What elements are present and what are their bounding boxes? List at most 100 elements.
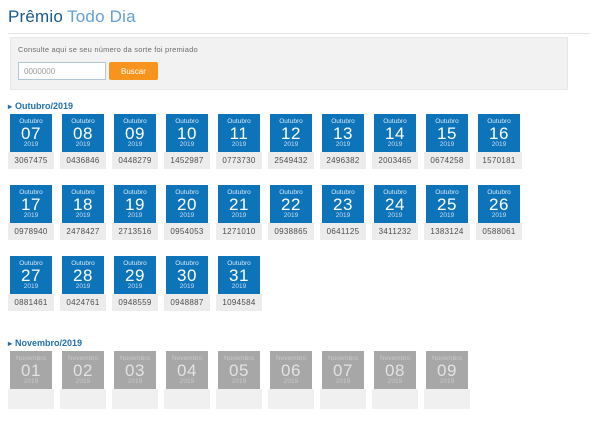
winning-number [320, 389, 366, 409]
winning-number: 0588061 [476, 223, 522, 240]
day-tile-year-label: 2019 [232, 378, 246, 386]
day-tile[interactable]: Outubro 28 2019 [62, 256, 104, 294]
day-tile-day-number: 12 [281, 126, 301, 141]
day-tile-year-label: 2019 [180, 141, 194, 149]
day-cell: Outubro 13 2019 2496382 [320, 114, 366, 169]
day-tile-year-label: 2019 [128, 283, 142, 291]
search-panel: Consulte aqui se seu número da sorte foi… [10, 37, 568, 90]
section-arrow-icon: ▸ [8, 339, 12, 348]
day-tile-day-number: 21 [229, 197, 249, 212]
day-cell: Novembro 03 2019 [112, 351, 158, 409]
day-tile[interactable]: Outubro 07 2019 [10, 114, 52, 152]
search-button[interactable]: Buscar [109, 62, 158, 80]
winning-number [112, 389, 158, 409]
day-cell: Outubro 26 2019 0588061 [476, 185, 522, 240]
day-tile[interactable]: Outubro 15 2019 [426, 114, 468, 152]
day-tile[interactable]: Outubro 17 2019 [10, 185, 52, 223]
day-tile[interactable]: Outubro 21 2019 [218, 185, 260, 223]
winning-number: 0448279 [112, 152, 158, 169]
day-cell: Outubro 17 2019 0978940 [8, 185, 54, 240]
day-tile-year-label: 2019 [128, 212, 142, 220]
winning-number: 1094584 [216, 294, 262, 311]
winning-number [268, 389, 314, 409]
day-tile-day-number: 07 [21, 126, 41, 141]
search-input[interactable] [18, 62, 106, 80]
winning-number: 0948887 [164, 294, 210, 311]
day-tile-year-label: 2019 [232, 283, 246, 291]
day-cell: Novembro 01 2019 [8, 351, 54, 409]
day-tile-day-number: 10 [177, 126, 197, 141]
day-tile-year-label: 2019 [284, 141, 298, 149]
day-cell: Novembro 07 2019 [320, 351, 366, 409]
day-tile: Novembro 07 2019 [322, 351, 364, 389]
day-tile-year-label: 2019 [440, 378, 454, 386]
day-tile[interactable]: Outubro 30 2019 [166, 256, 208, 294]
day-tile-day-number: 04 [177, 363, 197, 378]
page: PrêmioTodo Dia Consulte aqui se seu núme… [0, 0, 600, 425]
day-tile-year-label: 2019 [440, 141, 454, 149]
day-tile-year-label: 2019 [440, 212, 454, 220]
day-tile-day-number: 23 [333, 197, 353, 212]
day-tile[interactable]: Outubro 31 2019 [218, 256, 260, 294]
day-tile[interactable]: Outubro 26 2019 [478, 185, 520, 223]
day-tile-year-label: 2019 [180, 283, 194, 291]
day-tile-year-label: 2019 [24, 141, 38, 149]
winning-number [60, 389, 106, 409]
day-cell: Novembro 02 2019 [60, 351, 106, 409]
day-tile[interactable]: Outubro 27 2019 [10, 256, 52, 294]
day-tile-day-number: 22 [281, 197, 301, 212]
day-tile-day-number: 17 [21, 197, 41, 212]
day-tile[interactable]: Outubro 25 2019 [426, 185, 468, 223]
winning-number: 0674258 [424, 152, 470, 169]
winning-number: 0978940 [8, 223, 54, 240]
day-tile-day-number: 06 [281, 363, 301, 378]
day-cell: Outubro 09 2019 0448279 [112, 114, 158, 169]
month-section-title: Novembro/2019 [15, 338, 82, 348]
day-tile-day-number: 24 [385, 197, 405, 212]
day-tile[interactable]: Outubro 12 2019 [270, 114, 312, 152]
day-cell: Outubro 11 2019 0773730 [216, 114, 262, 169]
day-cell: Outubro 08 2019 0436846 [60, 114, 106, 169]
month-section-heading: ▸ Outubro/2019 [8, 101, 590, 111]
day-tile[interactable]: Outubro 18 2019 [62, 185, 104, 223]
day-tile[interactable]: Outubro 24 2019 [374, 185, 416, 223]
day-tile[interactable]: Outubro 14 2019 [374, 114, 416, 152]
month-section: ▸ Novembro/2019 Novembro 01 2019 Novembr… [8, 338, 590, 425]
day-tile-year-label: 2019 [388, 212, 402, 220]
day-cell: Novembro 06 2019 [268, 351, 314, 409]
day-tile[interactable]: Outubro 13 2019 [322, 114, 364, 152]
day-tile[interactable]: Outubro 16 2019 [478, 114, 520, 152]
day-cell: Novembro 08 2019 [372, 351, 418, 409]
day-tile-day-number: 31 [229, 268, 249, 283]
winning-number [8, 389, 54, 409]
winning-number [372, 389, 418, 409]
page-title-secondary: Todo Dia [67, 7, 136, 26]
day-tile-day-number: 18 [73, 197, 93, 212]
day-tile-year-label: 2019 [24, 212, 38, 220]
winning-number: 0948559 [112, 294, 158, 311]
day-tile-year-label: 2019 [284, 212, 298, 220]
day-tile-day-number: 19 [125, 197, 145, 212]
day-tile[interactable]: Outubro 22 2019 [270, 185, 312, 223]
day-tile[interactable]: Outubro 08 2019 [62, 114, 104, 152]
day-tile[interactable]: Outubro 20 2019 [166, 185, 208, 223]
day-tile-year-label: 2019 [492, 141, 506, 149]
day-tile: Novembro 04 2019 [166, 351, 208, 389]
month-section: ▸ Outubro/2019 Outubro 07 2019 3067475 O… [8, 101, 590, 327]
day-tile[interactable]: Outubro 09 2019 [114, 114, 156, 152]
winning-number: 0773730 [216, 152, 262, 169]
day-tile[interactable]: Outubro 23 2019 [322, 185, 364, 223]
day-cell: Outubro 29 2019 0948559 [112, 256, 158, 311]
day-tile[interactable]: Outubro 10 2019 [166, 114, 208, 152]
month-section-title: Outubro/2019 [15, 101, 73, 111]
day-tile[interactable]: Outubro 11 2019 [218, 114, 260, 152]
day-tile-year-label: 2019 [388, 141, 402, 149]
day-tile-year-label: 2019 [180, 378, 194, 386]
day-tile-day-number: 02 [73, 363, 93, 378]
day-tile-year-label: 2019 [76, 141, 90, 149]
day-tile-year-label: 2019 [180, 212, 194, 220]
day-tile-day-number: 07 [333, 363, 353, 378]
day-tile[interactable]: Outubro 29 2019 [114, 256, 156, 294]
winning-number [424, 389, 470, 409]
day-tile[interactable]: Outubro 19 2019 [114, 185, 156, 223]
